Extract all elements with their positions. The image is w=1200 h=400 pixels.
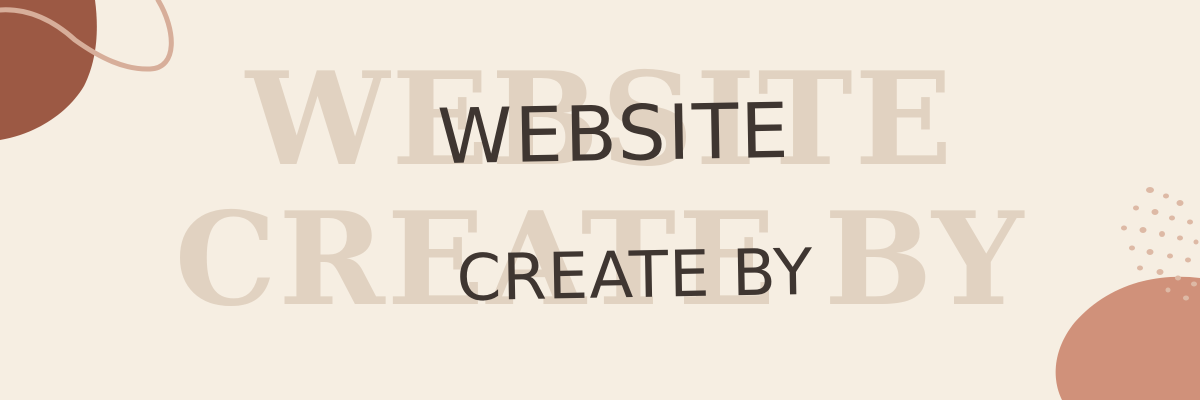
website-banner: WEBSITE CREATE BY WEBSITE CREATE BY bbox=[0, 0, 1200, 400]
